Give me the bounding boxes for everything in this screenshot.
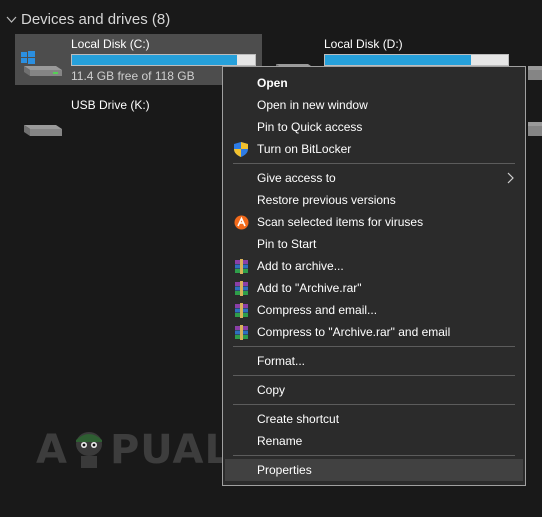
menu-label: Pin to Start [257,237,317,251]
drive-icon-partial [528,66,542,80]
windows-drive-icon [21,51,62,76]
menu-item-scan-viruses[interactable]: Scan selected items for viruses [225,211,523,233]
devices-drives-header[interactable]: Devices and drives (8) [6,8,170,30]
menu-separator [233,404,515,405]
menu-item-pin-quick-access[interactable]: Pin to Quick access [225,116,523,138]
menu-label: Turn on BitLocker [257,142,352,156]
winrar-icon [233,324,249,340]
drive-icon [24,125,62,136]
menu-item-give-access[interactable]: Give access to [225,167,523,189]
menu-label: Properties [257,463,312,477]
menu-item-open-new-window[interactable]: Open in new window [225,94,523,116]
menu-item-compress-rar-email[interactable]: Compress to "Archive.rar" and email [225,321,523,343]
menu-item-restore-versions[interactable]: Restore previous versions [225,189,523,211]
menu-separator [233,375,515,376]
chevron-down-icon [6,16,17,23]
winrar-icon [233,302,249,318]
chevron-right-icon [507,172,514,184]
menu-separator [233,163,515,164]
drive-usage-bar [324,54,509,66]
shield-icon [233,141,249,157]
menu-label: Give access to [257,171,336,185]
menu-label: Compress and email... [257,303,378,317]
menu-label: Scan selected items for viruses [257,215,424,229]
menu-item-bitlocker[interactable]: Turn on BitLocker [225,138,523,160]
drive-usage-fill [325,55,472,65]
menu-label: Pin to Quick access [257,120,363,134]
winrar-icon [233,280,249,296]
menu-separator [233,455,515,456]
context-menu: Open Open in new window Pin to Quick acc… [222,66,526,486]
mascot-logo-icon [75,432,102,468]
menu-separator [233,346,515,347]
menu-item-pin-start[interactable]: Pin to Start [225,233,523,255]
menu-item-copy[interactable]: Copy [225,379,523,401]
menu-label: Compress to "Archive.rar" and email [257,325,451,339]
menu-label: Create shortcut [257,412,340,426]
drive-icon-partial [528,122,542,136]
menu-item-add-archive[interactable]: Add to archive... [225,255,523,277]
winrar-icon [233,258,249,274]
menu-item-open[interactable]: Open [225,72,523,94]
menu-label: Add to "Archive.rar" [257,281,362,295]
menu-item-compress-email[interactable]: Compress and email... [225,299,523,321]
menu-item-rename[interactable]: Rename [225,430,523,452]
menu-label: Open in new window [257,98,368,112]
menu-label: Add to archive... [257,259,344,273]
menu-item-properties[interactable]: Properties [225,459,523,481]
menu-label: Open [257,76,288,90]
drive-usage-bar [71,54,256,66]
drive-name: Local Disk (C:) [71,37,150,51]
menu-label: Format... [257,354,306,368]
menu-label: Rename [257,434,303,448]
drive-name: Local Disk (D:) [324,37,403,51]
drive-usage-fill [72,55,237,65]
menu-item-format[interactable]: Format... [225,350,523,372]
menu-item-create-shortcut[interactable]: Create shortcut [225,408,523,430]
menu-label: Copy [257,383,286,397]
menu-label: Restore previous versions [257,193,396,207]
section-title: Devices and drives (8) [21,10,171,28]
drive-k-item[interactable]: USB Drive (K:) [15,95,215,145]
menu-item-add-archive-rar[interactable]: Add to "Archive.rar" [225,277,523,299]
avast-icon [233,214,249,230]
